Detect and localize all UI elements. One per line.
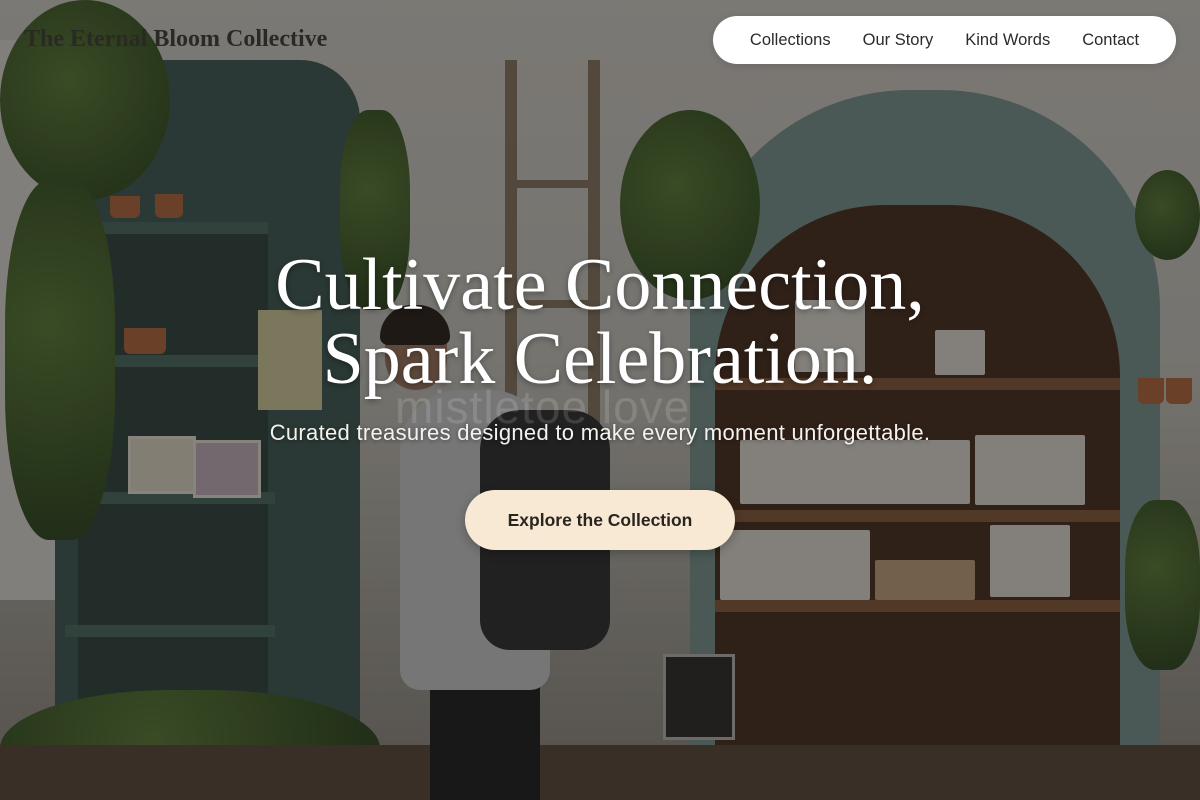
main-nav: Collections Our Story Kind Words Contact (713, 16, 1176, 64)
brand-logo[interactable]: The Eternal Bloom Collective (24, 26, 327, 53)
hero-subheadline: Curated treasures designed to make every… (269, 420, 931, 445)
hero-headline-line-1: Cultivate Connection, (275, 244, 925, 326)
hero-section: mistletoe love The Eternal Bloom Collect… (0, 0, 1200, 800)
hero-headline-line-2: Spark Celebration. (322, 318, 878, 400)
nav-link-contact[interactable]: Contact (1082, 31, 1139, 50)
nav-link-our-story[interactable]: Our Story (863, 31, 934, 50)
nav-link-kind-words[interactable]: Kind Words (965, 31, 1050, 50)
hero-background-image: mistletoe love (0, 0, 1200, 800)
nav-link-collections[interactable]: Collections (750, 31, 831, 50)
hero-headline: Cultivate Connection, Spark Celebration. (0, 248, 1200, 396)
explore-collection-button[interactable]: Explore the Collection (465, 490, 735, 550)
